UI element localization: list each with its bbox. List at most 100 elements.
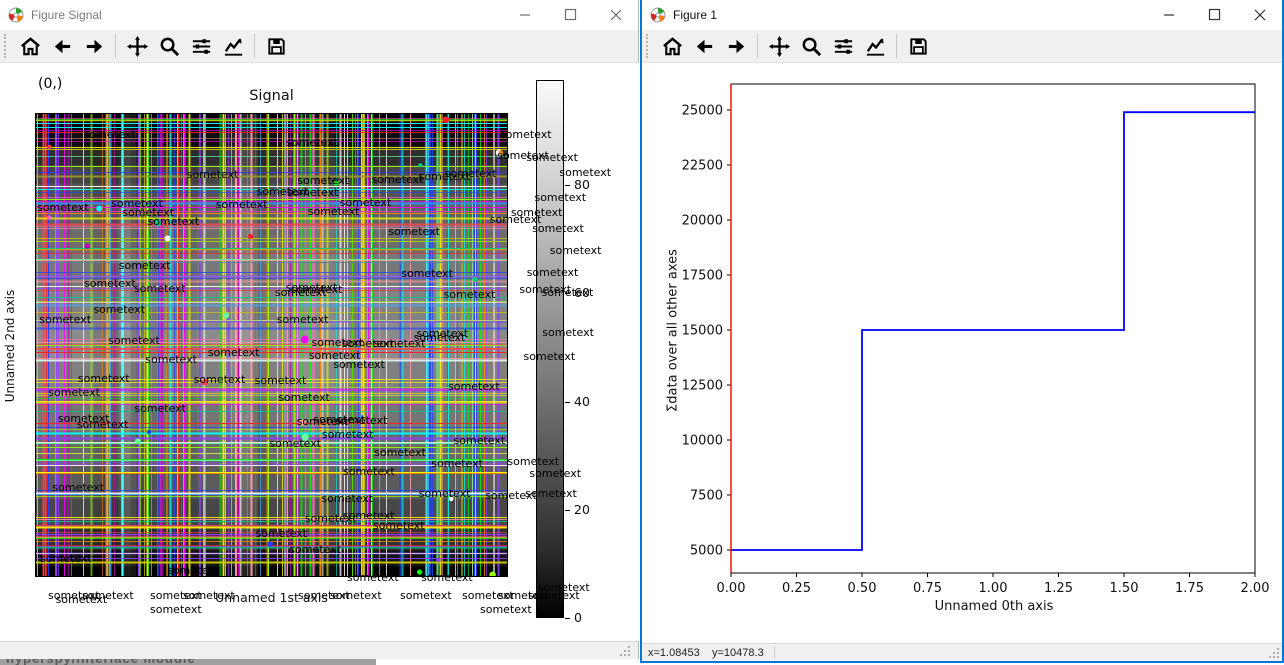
overlay-label: sometext [321, 493, 373, 504]
figure-canvas-navigator[interactable]: 0.000.250.500.751.001.251.501.752.005000… [642, 63, 1282, 641]
navigator-step-plot[interactable]: 0.000.250.500.751.001.251.501.752.005000… [642, 63, 1282, 641]
noise-dot [248, 234, 253, 239]
subplots-button[interactable] [186, 32, 216, 60]
pan-icon [126, 35, 149, 58]
toolbar-separator [757, 34, 758, 58]
save-button[interactable] [903, 32, 933, 60]
save-icon [907, 35, 930, 58]
x-tick-label: 0.25 [782, 581, 811, 596]
noise-dot [223, 312, 229, 318]
maximize-button[interactable] [548, 0, 593, 30]
overlay-label: sometext [187, 169, 239, 180]
overlay-label: sometext [84, 129, 136, 140]
y-tick-label: 10000 [682, 434, 723, 449]
zoom-rect-icon [800, 35, 823, 58]
y-axis-label: Σdata over all other axes [666, 246, 681, 416]
back-button[interactable] [47, 32, 77, 60]
noise-dot [165, 235, 171, 241]
overlay-label: sometext [286, 282, 338, 293]
overlay-label: sometext [519, 284, 571, 295]
toolbar-drag-handle[interactable] [646, 34, 650, 58]
maximize-button[interactable] [1192, 0, 1237, 30]
home-button[interactable] [657, 32, 687, 60]
zoom-rect-button[interactable] [796, 32, 826, 60]
customize-icon [864, 35, 887, 58]
back-button[interactable] [689, 32, 719, 60]
overlay-label: sometext [333, 359, 385, 370]
customize-button[interactable] [218, 32, 248, 60]
x-tick-label: 0.00 [717, 581, 746, 596]
overlay-label: sometext [289, 544, 341, 555]
overlay-label: sometext [269, 438, 321, 449]
overlay-label: sometext [52, 482, 104, 493]
customize-icon [222, 35, 245, 58]
figure-canvas-signal[interactable]: (0,) Signal Unnamed 2nd axis Unnamed 1st… [0, 63, 639, 641]
home-button[interactable] [15, 32, 45, 60]
overlay-label: sometext [255, 375, 307, 386]
window-figure-signal: Figure Signal (0,) Signal Unnamed 2nd ax… [0, 0, 639, 659]
overlay-label: sometext [401, 268, 453, 279]
colorbar-tick-label: 0 [574, 610, 582, 625]
overlay-label: sometext [37, 202, 89, 213]
overlay-label: sometext [255, 528, 307, 539]
colorbar-tick [565, 402, 570, 403]
overlay-label: sometext [111, 198, 163, 209]
minimize-button[interactable] [503, 0, 548, 30]
overlay-label: sometext [480, 604, 532, 615]
noise-dot [47, 215, 51, 219]
noise-dot [147, 430, 151, 434]
zoom-rect-button[interactable] [154, 32, 184, 60]
close-icon [608, 7, 624, 23]
overlay-label: sometext [108, 335, 160, 346]
statusbar: x=1.08453 y=10478.3 [642, 643, 1282, 661]
overlay-label: sometext [524, 351, 576, 362]
resize-grip[interactable] [1269, 648, 1279, 658]
resize-grip[interactable] [620, 646, 630, 656]
close-button[interactable] [593, 0, 638, 30]
customize-button[interactable] [860, 32, 890, 60]
titlebar[interactable]: Figure 1 [642, 0, 1282, 30]
overlay-label: sometext [343, 466, 395, 477]
subplots-button[interactable] [828, 32, 858, 60]
pan-button[interactable] [764, 32, 794, 60]
y-axis-label: Unnamed 2nd axis [3, 276, 17, 416]
forward-button[interactable] [79, 32, 109, 60]
background-window-edge: hyperspy/interlace module [0, 659, 376, 665]
overlay-label: sometext [330, 590, 382, 601]
forward-button[interactable] [721, 32, 751, 60]
titlebar[interactable]: Figure Signal [0, 0, 638, 30]
pan-button[interactable] [122, 32, 152, 60]
matplotlib-toolbar [0, 30, 638, 63]
overlay-label: sometext [278, 392, 330, 403]
overlay-label: sometext [312, 337, 364, 348]
overlay-label: sometext [525, 488, 577, 499]
save-button[interactable] [261, 32, 291, 60]
noise-dot [443, 116, 450, 123]
overlay-label: sometext [534, 192, 586, 203]
overlay-label: sometext [40, 553, 92, 564]
overlay-label: sometext [305, 513, 357, 524]
overlay-label: sometext [257, 186, 309, 197]
noise-dot [85, 244, 90, 249]
noise-dot [47, 145, 51, 149]
toolbar-drag-handle[interactable] [4, 34, 8, 58]
noise-dot [267, 541, 273, 547]
close-button[interactable] [1237, 0, 1282, 30]
y-tick-label: 20000 [682, 214, 723, 229]
x-tick-label: 1.25 [1044, 581, 1073, 596]
overlay-label: sometext [400, 590, 452, 601]
background-window-text: hyperspy/interlace module [6, 659, 196, 665]
subplots-icon [832, 35, 855, 58]
cursor-x-readout: x=1.08453 [648, 647, 700, 659]
toolbar-separator [254, 34, 255, 58]
overlay-label: sometext [82, 590, 134, 601]
overlay-label: sometext [150, 604, 202, 615]
minimize-button[interactable] [1147, 0, 1192, 30]
overlay-label: sometext [550, 245, 602, 256]
forward-icon [725, 35, 748, 58]
x-tick-label: 1.00 [979, 581, 1008, 596]
overlay-label: sometext [39, 314, 91, 325]
overlay-label: sometext [322, 429, 374, 440]
y-tick-label: 25000 [682, 104, 723, 119]
overlay-label: sometext [419, 488, 471, 499]
